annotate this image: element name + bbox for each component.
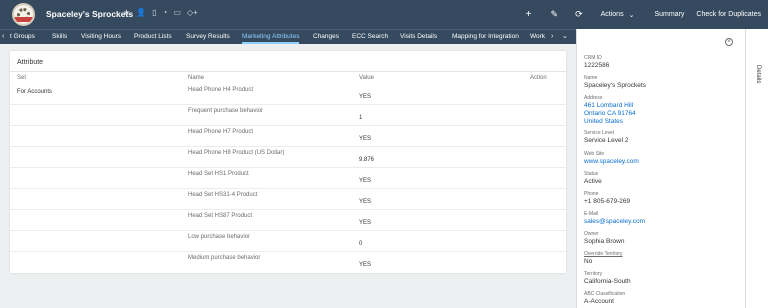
cell-value: YES [359,136,372,142]
details-vertical-tab[interactable]: Details [745,29,768,308]
details-tab-label: Details [755,65,761,84]
cell-value: 9.876 [359,157,375,163]
table-row[interactable]: Head Set HS1 Product YES [10,168,566,189]
check-duplicates-button[interactable]: Check for Duplicates [696,11,761,18]
tab-bar: ‹ t Groups Skills Visiting Hours Product… [0,29,576,44]
address-line-1[interactable]: 461 Lombard Hill [584,102,633,109]
chat-icon[interactable]: ▭ [173,8,181,18]
cell-value: 1 [359,115,363,121]
override-territory-label: Override Territory [584,251,623,257]
tab-work[interactable]: Work [530,30,545,44]
abc-classification-label: ABC Classification [584,291,626,297]
tab-survey-results[interactable]: Survey Results [186,30,230,44]
address-line-2[interactable]: Ontario CA 91764 [584,110,636,117]
cell-value: YES [359,199,372,205]
table-row[interactable]: Frequent purchase behavior 1 [10,105,566,126]
close-icon[interactable]: × [725,38,733,46]
website-link[interactable]: www.spaceley.com [584,158,639,165]
tab-scroll-right-icon[interactable]: › [551,30,553,44]
tab-product-lists[interactable]: Product Lists [134,30,172,44]
column-header-name: Name [188,75,205,81]
table-row[interactable]: Head Set HS31-4 Product YES [10,189,566,210]
phone-label: Phone [584,191,599,197]
cell-name: Low purchase behavior [188,234,251,240]
column-header-action: Action [530,75,547,81]
tab-scroll-left-icon[interactable]: ‹ [2,30,4,44]
tab-marketing-attributes[interactable]: Marketing Attributes [242,30,300,44]
tab-visiting-hours[interactable]: Visiting Hours [81,30,121,44]
cell-name: Head Phone H7 Product [188,129,254,135]
cell-set: For Accounts [17,89,53,95]
add-button[interactable]: + [526,9,532,20]
cell-name: Head Set HS31-4 Product [188,192,258,198]
name-value: Spaceley's Sprockets [584,82,646,89]
tab-visits-details[interactable]: Visits Details [400,30,437,44]
table-row[interactable]: Low purchase behavior 0 [10,231,566,252]
crm-id-label: CRM ID [584,55,602,61]
panel-title: Attribute [17,59,44,66]
website-label: Web Site [584,151,605,157]
refresh-button[interactable]: ⟳ [575,9,583,20]
status-label: Status [584,171,599,177]
cell-value: YES [359,262,372,268]
table-row[interactable]: For Accounts Head Phone H4 Product YES [10,84,566,105]
tab-ecc-search[interactable]: ECC Search [352,30,388,44]
column-header-set: Set [17,75,27,81]
tag-add-icon[interactable]: ◇+ [187,8,198,18]
status-value: Active [584,178,602,185]
cell-name: Head Set HS87 Product [188,213,253,219]
chevron-down-icon[interactable]: ⌄ [629,11,635,19]
attribute-panel: Attribute Set Name Value Action For Acco… [10,51,566,273]
shell-header: Spaceley's Sprockets ★ 👤 ▯ ◔ ▭ ◇+ + ✎ ⟳ … [0,0,768,29]
tab-skills[interactable]: Skills [52,30,67,44]
account-title: Spaceley's Sprockets [46,9,134,19]
table-row[interactable]: Medium purchase behavior YES [10,252,566,273]
cell-name: Head Phone H8 Product (US Dollar) [188,150,285,156]
email-label: E-Mail [584,211,599,217]
crm-id-value: 1222586 [584,62,610,69]
cell-name: Head Phone H4 Product [188,87,254,93]
rss-icon[interactable]: ◔ [163,8,168,18]
actions-menu-button[interactable]: Actions [601,11,624,18]
cell-value: YES [359,94,372,100]
tab-overflow-chevron-icon[interactable]: ⌄ [562,30,568,44]
table-row[interactable]: Head Phone H8 Product (US Dollar) 9.876 [10,147,566,168]
cell-value: YES [359,220,372,226]
star-icon[interactable]: ★ [123,8,130,18]
override-territory-value: No [584,258,593,265]
tab-changes[interactable]: Changes [313,30,339,44]
cell-name: Head Set HS1 Product [188,171,249,177]
owner-label: Owner [584,231,599,237]
person-icon[interactable]: 👤 [136,8,146,18]
column-header-value: Value [359,75,374,81]
cell-value: 0 [359,241,363,247]
abc-classification-value: A-Account [584,298,614,305]
tab-mapping-for-integration[interactable]: Mapping for Integration [452,30,519,44]
email-link[interactable]: sales@spaceley.com [584,218,645,225]
cell-name: Frequent purchase behavior [188,108,264,114]
address-label: Address [584,95,603,101]
phone-value: +1 805-679-269 [584,198,631,205]
details-side-panel: × CRM ID 1222586 Name Spaceley's Sprocke… [576,29,745,308]
territory-value: California-South [584,278,631,285]
edit-button[interactable]: ✎ [551,9,559,20]
document-icon[interactable]: ▯ [152,8,156,18]
service-level-value: Service Level 2 [584,137,629,144]
address-line-3[interactable]: United States [584,118,623,125]
divider [10,71,566,72]
territory-label: Territory [584,271,603,277]
account-logo [12,3,35,26]
owner-value: Sophia Brown [584,238,625,245]
table-row[interactable]: Head Set HS87 Product YES [10,210,566,231]
cell-name: Medium purchase behavior [188,255,261,261]
summary-button[interactable]: Summary [654,11,684,18]
service-level-label: Service Level [584,130,615,136]
table-row[interactable]: Head Phone H7 Product YES [10,126,566,147]
name-label: Name [584,75,598,81]
cell-value: YES [359,178,372,184]
tab-groups[interactable]: t Groups [10,30,35,44]
